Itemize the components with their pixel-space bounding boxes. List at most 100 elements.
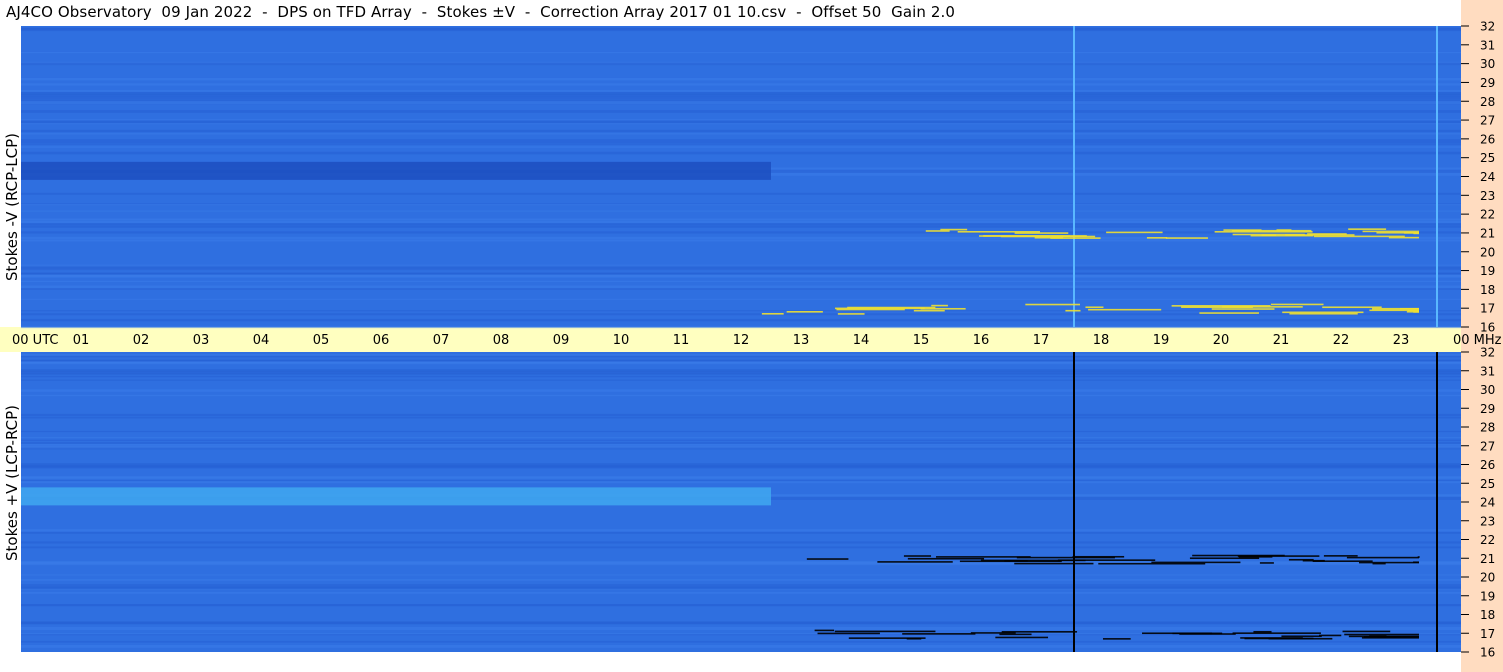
bottom-panel-emission-streak [1098,562,1206,565]
top-panel-emission-streak [1014,232,1069,234]
top-panel-texture-row [21,146,1461,148]
bottom-panel-vertical-line [1073,352,1075,652]
xtick-label: 05 [313,333,330,348]
bottom-panel-texture-row [21,585,1461,588]
top-panel-emission-streak [1025,303,1080,306]
bottom-panel-emission-streak [1361,637,1419,639]
bottom-panel-emission-streak [1232,632,1321,634]
top-panel-ytick-label: 30 [1480,57,1495,71]
bottom-panel-emission-streak [1014,562,1094,565]
xtick-label: 02 [133,333,150,348]
top-panel-emission-streak [1270,303,1324,306]
top-panel-emission-streak [1348,228,1387,230]
top-panel-ytick-label: 25 [1480,151,1495,165]
bottom-panel-emission-streak [1312,560,1373,562]
top-panel-emission-streak [1000,235,1096,238]
bottom-panel-emission-streak [1253,630,1272,633]
bottom-panel-emission-streak [1318,634,1342,637]
bottom-panel-ytick-label: 20 [1480,571,1495,585]
top-panel-texture-row [21,129,1461,133]
top-panel-ytick-label: 20 [1480,245,1495,259]
top-panel-texture-row [21,27,1461,30]
bottom-panel-ytick-label: 24 [1480,496,1495,510]
xtick-label: 18 [1093,333,1110,348]
top-panel-texture-row [21,210,1461,212]
bottom-panel-emission-streak [903,555,932,557]
bottom-panel-emission-streak [1001,631,1078,633]
xtick-label: 23 [1393,333,1410,348]
bottom-panel-ytick-label: 16 [1480,646,1495,660]
top-panel-texture-row [21,51,1461,54]
bottom-panel-ytick-label: 29 [1480,402,1495,416]
bottom-panel-ytick-label: 23 [1480,514,1495,528]
bottom-panel-ytick-label: 17 [1480,627,1495,641]
bottom-panel-emission-streak [902,633,976,635]
xtick-label: 09 [553,333,570,348]
top-panel-ytick-label: 29 [1480,76,1495,90]
top-panel-texture-row [21,285,1461,288]
top-panel-texture-row [21,110,1461,113]
top-panel-emission-streak [1285,234,1355,236]
xtick-label: 06 [373,333,390,348]
xtick-label: 14 [853,333,870,348]
bottom-panel-texture-row [21,546,1461,549]
bottom-panel-emission-streak [1342,630,1391,633]
top-panel-texture-row [21,298,1461,300]
bottom-panel-emission-streak [995,636,1049,639]
time-axis-band [0,327,1461,352]
top-panel-texture-row [21,96,1461,99]
bottom-panel-texture-row [21,447,1461,449]
bottom-panel-texture-row [21,634,1461,636]
xtick-label: 08 [493,333,510,348]
top-panel-texture-row [21,239,1461,242]
top-panel-texture-row [21,204,1461,206]
top-panel-texture-row [21,101,1461,105]
bottom-panel-emission-streak [1281,635,1322,638]
xtick-label: 04 [253,333,270,348]
bottom-panel-texture-row [21,355,1461,358]
bottom-panel-texture-row [21,416,1461,419]
bottom-panel-texture-row [21,375,1461,378]
bottom-panel-texture-row [21,561,1461,565]
bottom-panel-ytick-label: 30 [1480,383,1495,397]
top-panel-texture-row [21,151,1461,155]
bottom-panel-emission-streak [814,629,835,632]
top-panel-emission-streak [1199,312,1259,314]
bottom-panel-texture-row [21,480,1461,482]
top-panel-emission-streak [847,306,936,309]
xtick-label: 11 [673,333,690,348]
top-panel-texture-row [21,223,1461,226]
bottom-panel-texture-row [21,541,1461,544]
xtick-label: 21 [1273,333,1290,348]
top-panel-ytick-label: 31 [1480,38,1495,52]
bottom-panel-ytick-label: 28 [1480,421,1495,435]
bottom-panel-emission-streak [1346,556,1419,559]
bottom-panel-emission-streak [1344,633,1419,636]
bottom-panel-emission-streak [817,632,880,635]
bottom-panel-emission-streak [1259,562,1274,564]
xtick-label: 22 [1333,333,1350,348]
top-panel-emission-streak [1065,309,1081,312]
top-panel-band-feature [21,161,771,180]
top-panel-emission-streak [1146,237,1168,239]
top-panel-texture-row [21,143,1461,145]
top-panel-texture-row [21,218,1461,221]
bottom-panel-emission-streak [806,558,849,560]
bottom-panel-emission-streak [980,559,1086,562]
bottom-panel-emission-streak [834,630,936,633]
bottom-panel-texture-row [21,373,1461,375]
bottom-panel-ytick-label: 18 [1480,608,1495,622]
bottom-panel-texture-row [21,644,1461,648]
top-panel-emission-streak [1313,235,1405,238]
bottom-panel-emission-streak [1372,562,1386,565]
top-panel-ytick-label: 22 [1480,208,1495,222]
top-panel-emission-streak [786,310,823,313]
top-panel-ytick-label: 17 [1480,302,1495,316]
bottom-panel-emission-streak [1102,638,1131,640]
top-panel-emission-streak [1362,230,1419,233]
bottom-panel-emission-streak [1189,557,1260,560]
xtick-label: 07 [433,333,450,348]
bottom-panel-texture-row [21,604,1461,607]
bottom-panel-texture-row [21,477,1461,479]
bottom-panel-vertical-line [1436,352,1438,652]
